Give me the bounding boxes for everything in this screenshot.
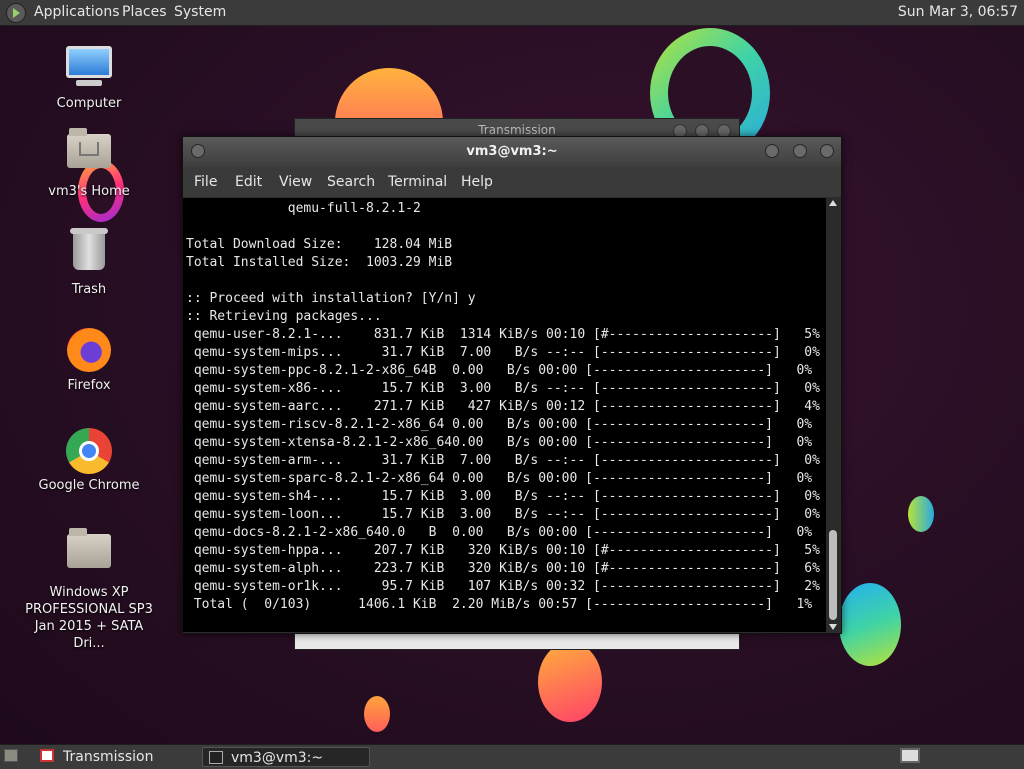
terminal-menubar: File Edit View Search Terminal Help — [183, 167, 841, 197]
wallpaper-blob — [839, 583, 901, 666]
scrollbar-thumb[interactable] — [829, 530, 837, 620]
desktop-icon-home[interactable]: vm3's Home — [29, 128, 149, 199]
terminal-line: Total Download Size: 128.04 MiB — [186, 237, 453, 252]
wallpaper-blob — [364, 696, 390, 732]
distro-logo-icon[interactable] — [6, 3, 26, 23]
menu-view[interactable]: View — [279, 174, 312, 190]
desktop-icon-trash[interactable]: Trash — [29, 228, 149, 297]
terminal-line: qemu-system-hppa... 207.7 KiB 320 KiB/s … — [186, 543, 820, 558]
bottom-panel: Transmission vm3@vm3:~ — [0, 744, 1024, 769]
workspace-switcher-icon[interactable] — [900, 748, 920, 763]
desktop-icon-label: Google Chrome — [38, 478, 140, 493]
menu-system[interactable]: System — [174, 4, 226, 20]
menu-places[interactable]: Places — [122, 4, 167, 20]
terminal-line: qemu-full-8.2.1-2 — [186, 201, 421, 216]
terminal-line: qemu-system-ppc-8.2.1-2-x86_64B 0.00 B/s… — [186, 363, 813, 378]
terminal-line: qemu-system-mips... 31.7 KiB 7.00 B/s --… — [186, 345, 820, 360]
clock[interactable]: Sun Mar 3, 06:57 — [898, 4, 1018, 20]
folder-icon — [65, 528, 113, 578]
terminal-line: :: Retrieving packages... — [186, 309, 382, 324]
menu-terminal[interactable]: Terminal — [388, 174, 447, 190]
terminal-output[interactable]: qemu-full-8.2.1-2 Total Download Size: 12… — [183, 198, 826, 632]
terminal-line: qemu-system-riscv-8.2.1-2-x86_64 0.00 B/… — [186, 417, 813, 432]
menu-edit[interactable]: Edit — [235, 174, 262, 190]
desktop-icon-label: Firefox — [67, 378, 111, 393]
scroll-up-icon[interactable] — [829, 200, 837, 206]
window-menu-icon[interactable] — [191, 144, 205, 158]
terminal-line: :: Proceed with installation? [Y/n] y — [186, 291, 476, 306]
chrome-icon — [65, 428, 113, 474]
taskbar-item-transmission[interactable]: Transmission — [33, 747, 193, 767]
terminal-line: qemu-system-sh4-... 15.7 KiB 3.00 B/s --… — [186, 489, 820, 504]
desktop-icon-label: Trash — [71, 282, 107, 297]
home-folder-icon — [65, 128, 113, 178]
trash-icon — [65, 228, 113, 276]
terminal-line: qemu-docs-8.2.1-2-x86_640.0 B 0.00 B/s 0… — [186, 525, 813, 540]
terminal-line: Total ( 0/103) 1406.1 KiB 2.20 MiB/s 00:… — [186, 597, 813, 612]
terminal-line: qemu-system-or1k... 95.7 KiB 107 KiB/s 0… — [186, 579, 820, 594]
taskbar-item-label: Transmission — [63, 749, 154, 765]
terminal-line: qemu-system-xtensa-8.2.1-2-x86_640.00 B/… — [186, 435, 813, 450]
menu-applications[interactable]: Applications — [34, 4, 120, 20]
minimize-icon[interactable] — [765, 144, 779, 158]
window-title: vm3@vm3:~ — [183, 137, 841, 167]
desktop-icon-label: vm3's Home — [48, 184, 130, 199]
firefox-icon — [65, 328, 113, 372]
show-desktop-icon[interactable] — [4, 749, 18, 762]
terminal-scrollbar[interactable] — [826, 198, 840, 632]
taskbar-item-terminal[interactable]: vm3@vm3:~ — [202, 747, 370, 767]
terminal-icon — [209, 751, 223, 764]
terminal-line: qemu-system-alph... 223.7 KiB 320 KiB/s … — [186, 561, 820, 576]
terminal-line: qemu-system-sparc-8.2.1-2-x86_64 0.00 B/… — [186, 471, 813, 486]
computer-icon — [65, 46, 113, 90]
wallpaper-blob — [538, 642, 602, 722]
terminal-line: qemu-system-aarc... 271.7 KiB 427 KiB/s … — [186, 399, 820, 414]
desktop-icon-label: Windows XP PROFESSIONAL SP3 Jan 2015 + S… — [25, 585, 153, 651]
close-icon[interactable] — [820, 144, 834, 158]
desktop-icon-firefox[interactable]: Firefox — [29, 328, 149, 393]
terminal-line: qemu-system-loon... 15.7 KiB 3.00 B/s --… — [186, 507, 820, 522]
taskbar-item-label: vm3@vm3:~ — [231, 750, 324, 766]
terminal-line: qemu-user-8.2.1-... 831.7 KiB 1314 KiB/s… — [186, 327, 820, 342]
terminal-line: Total Installed Size: 1003.29 MiB — [186, 255, 453, 270]
desktop-icon-winxp-folder[interactable]: Windows XP PROFESSIONAL SP3 Jan 2015 + S… — [19, 528, 159, 652]
wallpaper-blob — [908, 496, 934, 532]
desktop-icon-computer[interactable]: Computer — [29, 46, 149, 111]
desktop-icon-chrome[interactable]: Google Chrome — [29, 428, 149, 493]
maximize-icon[interactable] — [793, 144, 807, 158]
desktop-icon-label: Computer — [56, 96, 122, 111]
menu-file[interactable]: File — [194, 174, 217, 190]
terminal-window[interactable]: vm3@vm3:~ File Edit View Search Terminal… — [182, 136, 842, 634]
terminal-line: qemu-system-arm-... 31.7 KiB 7.00 B/s --… — [186, 453, 820, 468]
menu-help[interactable]: Help — [461, 174, 493, 190]
scroll-down-icon[interactable] — [829, 624, 837, 630]
menu-search[interactable]: Search — [327, 174, 375, 190]
terminal-line: qemu-system-x86-... 15.7 KiB 3.00 B/s --… — [186, 381, 820, 396]
top-panel: Applications Places System Sun Mar 3, 06… — [0, 0, 1024, 26]
